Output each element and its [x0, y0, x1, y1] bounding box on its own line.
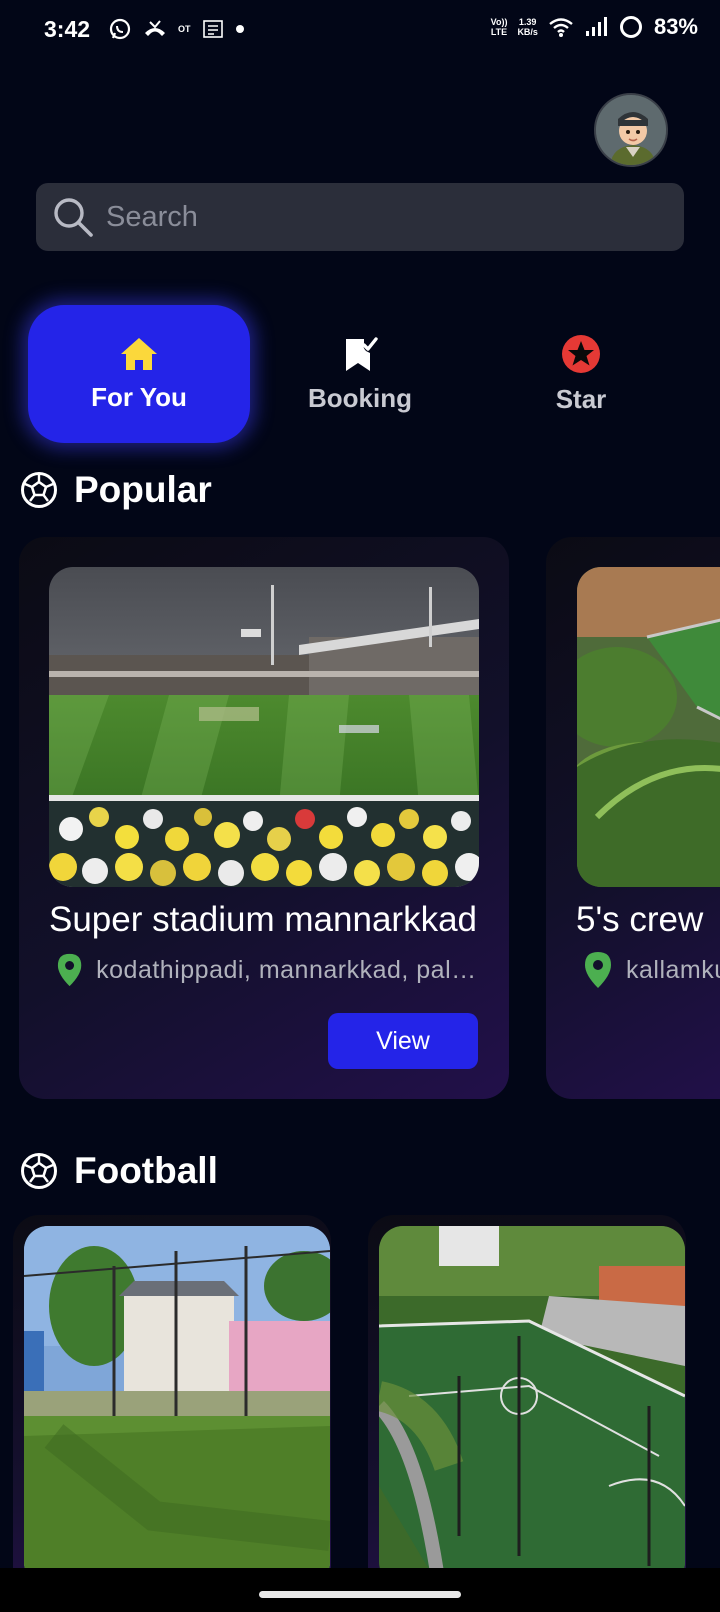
- whatsapp-icon: [109, 18, 131, 40]
- venue-card[interactable]: Super stadium mannarkkad kodathippadi, m…: [19, 537, 509, 1099]
- home-indicator[interactable]: [259, 1591, 461, 1598]
- location-pin-icon: [57, 953, 82, 987]
- turf-illustration: [577, 567, 720, 887]
- search-input[interactable]: [106, 200, 684, 234]
- football-venue-card[interactable]: [368, 1215, 686, 1612]
- tab-booking[interactable]: Booking: [249, 305, 471, 443]
- system-nav-bar: [0, 1568, 720, 1612]
- football-venue-card[interactable]: [13, 1215, 331, 1612]
- app-notification-icon: [202, 20, 223, 38]
- star-icon: [562, 334, 600, 373]
- volte-indicator: Vo)) LTE: [491, 17, 508, 37]
- stadium-photo: [49, 567, 479, 887]
- turf-photo: [577, 567, 720, 887]
- football-header: Football: [20, 1150, 218, 1192]
- search-bar[interactable]: [36, 183, 684, 251]
- stadium-illustration: [49, 567, 479, 887]
- soccer-ball-icon: [21, 1153, 57, 1189]
- venue-location-text: kodathippadi, mannarkkad, palakkad: [96, 955, 477, 984]
- tab-label-booking: Booking: [308, 382, 412, 413]
- venue-title: Super stadium mannarkkad: [49, 900, 477, 939]
- venue-location: kodathippadi, mannarkkad, palakkad: [57, 951, 477, 989]
- avatar[interactable]: [594, 93, 668, 167]
- bookmark-check-icon: [346, 336, 378, 371]
- tab-label-for-you: For You: [91, 381, 187, 412]
- tab-for-you[interactable]: For You: [28, 305, 250, 443]
- tab-label-star: Star: [555, 383, 607, 414]
- app-screen: 3:42 OT Vo)) LTE 1.39 KB/s 83% Search Fo…: [0, 0, 720, 1612]
- missed-call-icon: [145, 20, 165, 36]
- section-title-popular: Popular: [74, 469, 212, 510]
- venue-title: 5's crew: [576, 900, 704, 939]
- wifi-icon: [549, 18, 573, 37]
- venue-location: kallamkuzhi: [584, 951, 720, 989]
- view-button[interactable]: View: [328, 1013, 478, 1069]
- ot-label: OT: [178, 24, 191, 34]
- turf-photo: [379, 1226, 685, 1586]
- tab-star[interactable]: Star: [470, 305, 692, 443]
- search-icon: [54, 198, 93, 237]
- network-speed: 1.39 KB/s: [517, 17, 538, 37]
- status-bar: 3:42 OT Vo)) LTE 1.39 KB/s 83%: [0, 0, 720, 62]
- location-pin-icon: [585, 952, 611, 988]
- venue-card[interactable]: 5's crew kallamkuzhi: [546, 537, 720, 1099]
- battery-percent: 83%: [653, 14, 698, 39]
- turf-illustration: [24, 1226, 330, 1586]
- dot-icon: [235, 25, 244, 33]
- system-icons: Vo)) LTE 1.39 KB/s 83%: [491, 14, 698, 40]
- speed-unit: KB/s: [517, 27, 538, 37]
- battery-ring-icon: [619, 16, 642, 38]
- volte-top: Vo)): [490, 17, 508, 27]
- speed-value: 1.39: [518, 17, 537, 27]
- soccer-ball-icon: [21, 472, 57, 508]
- home-icon: [121, 337, 157, 370]
- avatar-illustration: [596, 95, 666, 165]
- section-title-football: Football: [74, 1150, 218, 1191]
- cell-signal-icon: [585, 17, 607, 36]
- popular-header: Popular: [20, 469, 212, 511]
- turf-illustration: [379, 1226, 685, 1586]
- venue-location-text: kallamkuzhi: [626, 955, 720, 984]
- turf-photo: [24, 1226, 330, 1586]
- notification-icons: OT: [108, 17, 245, 41]
- volte-bottom: LTE: [490, 27, 508, 37]
- status-time: 3:42: [44, 16, 91, 42]
